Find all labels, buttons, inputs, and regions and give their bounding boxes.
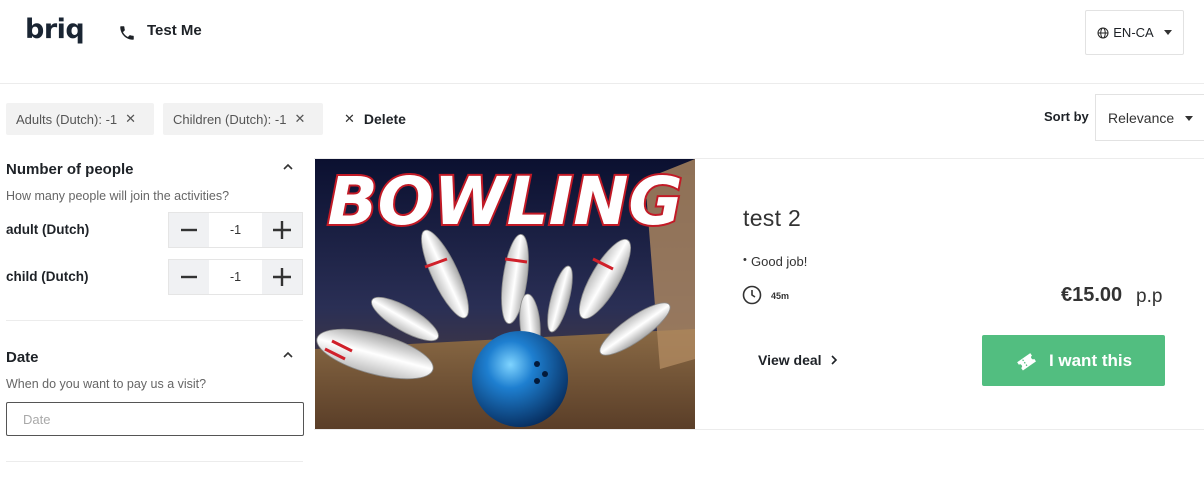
clock-icon — [742, 285, 762, 305]
decrement-button[interactable] — [169, 260, 209, 294]
briq-logo[interactable]: briq — [25, 14, 85, 45]
ticket-icon — [1017, 352, 1036, 371]
bowling-image-text: BOWLING — [327, 163, 682, 240]
chip-label: Children (Dutch): -1 — [173, 111, 287, 127]
filter-chip-children[interactable]: Children (Dutch): -1 ✕ — [163, 103, 323, 135]
language-label: EN-CA — [1113, 25, 1154, 40]
sort-value: Relevance — [1108, 109, 1175, 126]
people-section-title[interactable]: Number of people — [6, 161, 134, 178]
price: €15.00 — [1061, 284, 1123, 306]
view-deal-label: View deal — [758, 352, 822, 368]
minus-icon — [181, 228, 197, 232]
chevron-up-icon[interactable] — [282, 351, 294, 359]
child-quantity-value: -1 — [209, 260, 262, 294]
header: briq Test Me EN-CA — [0, 0, 1204, 84]
product-title[interactable]: test 2 — [743, 205, 801, 232]
product-image[interactable]: BOWLING — [315, 159, 695, 429]
date-section-title[interactable]: Date — [6, 349, 39, 366]
divider — [6, 461, 303, 462]
divider — [6, 320, 303, 321]
chip-label: Adults (Dutch): -1 — [16, 111, 118, 127]
close-icon: ✕ — [344, 111, 355, 126]
caret-down-icon — [1163, 30, 1172, 35]
adult-quantity-value: -1 — [209, 213, 262, 247]
product-bullet: Good job! — [743, 254, 807, 269]
date-input[interactable] — [6, 402, 304, 436]
sort-label: Sort by — [1044, 109, 1089, 124]
child-quantity-stepper[interactable]: -1 — [168, 259, 303, 295]
delete-label: Delete — [363, 111, 406, 127]
duration-label: 45m — [771, 291, 790, 301]
caret-down-icon — [1185, 116, 1193, 121]
minus-icon — [181, 275, 197, 279]
close-icon[interactable]: ✕ — [294, 111, 305, 127]
view-deal-link[interactable]: View deal — [758, 352, 838, 368]
increment-button[interactable] — [262, 260, 302, 294]
date-section-subtitle: When do you want to pay us a visit? — [6, 377, 207, 391]
delete-filters-button[interactable]: ✕ Delete — [344, 111, 406, 127]
i-want-this-button[interactable]: I want this — [982, 335, 1165, 386]
plus-icon — [273, 221, 291, 239]
price-unit: p.p — [1136, 286, 1163, 307]
chevron-right-icon — [830, 355, 837, 365]
increment-button[interactable] — [262, 213, 302, 247]
plus-icon — [273, 268, 291, 286]
people-section-subtitle: How many people will join the activities… — [6, 189, 230, 203]
sort-select[interactable]: Relevance — [1095, 94, 1204, 141]
language-selector[interactable]: EN-CA — [1085, 10, 1184, 55]
cta-label: I want this — [1048, 350, 1133, 370]
decrement-button[interactable] — [169, 213, 209, 247]
close-icon[interactable]: ✕ — [125, 111, 136, 127]
chevron-up-icon[interactable] — [282, 163, 294, 171]
phone-icon — [120, 26, 134, 40]
globe-icon — [1097, 27, 1109, 38]
filter-chip-adults[interactable]: Adults (Dutch): -1 ✕ — [6, 103, 154, 135]
phone-label[interactable]: Test Me — [147, 22, 202, 39]
adult-quantity-stepper[interactable]: -1 — [168, 212, 303, 248]
adult-row-label: adult (Dutch) — [6, 222, 90, 237]
child-row-label: child (Dutch) — [6, 269, 89, 284]
bowling-illustration: BOWLING — [315, 159, 695, 429]
